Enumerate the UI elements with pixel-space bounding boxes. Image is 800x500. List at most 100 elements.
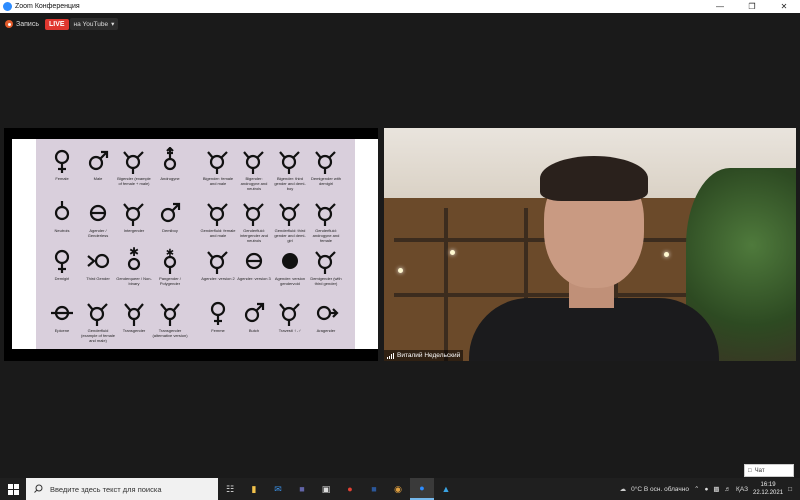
windows-start-icon[interactable] xyxy=(0,478,26,500)
slide-symbol: Bigender (example of female + male) xyxy=(116,147,152,186)
gender-symbol-icon xyxy=(316,305,339,321)
slide-symbol: Demiboy xyxy=(152,199,188,233)
mail-icon[interactable]: ✉ xyxy=(266,478,290,500)
slide-symbol: Transgender xyxy=(116,299,152,333)
slide-symbol-label: Genderfluid: intergender and neutrois xyxy=(239,228,269,243)
record-label[interactable]: Запись xyxy=(16,21,39,28)
gender-symbol-icon xyxy=(279,203,300,226)
gender-symbol-icon xyxy=(245,252,263,270)
stream-target-dropdown[interactable]: на YouTube ▾ xyxy=(69,18,119,30)
slide-symbol-label: Bigender: third gender and demi-boy xyxy=(274,176,306,191)
slide-symbol: Genderfluid (example of female and male) xyxy=(80,299,116,343)
slide-symbol: ✱ Pangender / Polygender xyxy=(152,247,188,286)
weather-text[interactable]: 0°C В осн. облачно xyxy=(631,486,689,493)
slide-symbol-label: Male xyxy=(93,176,103,181)
chat-icon: □ xyxy=(748,467,752,474)
clock-date: 22.12.2021 xyxy=(753,490,784,496)
slide-symbol: Travesti ♀-♂ xyxy=(272,299,308,333)
restore-icon[interactable]: ❐ xyxy=(736,0,768,13)
file-explorer-icon[interactable]: ▮ xyxy=(242,478,266,500)
participant-video[interactable] xyxy=(384,128,796,361)
taskbar-search[interactable]: Введите здесь текст для поиска xyxy=(26,478,218,500)
close-icon[interactable]: ✕ xyxy=(768,0,800,13)
gender-symbol-icon xyxy=(279,303,300,326)
slide-symbol-label: Female xyxy=(55,176,69,181)
slide-symbol-label: Aragender xyxy=(316,328,336,333)
word-icon[interactable]: ■ xyxy=(362,478,386,500)
gender-symbol-icon xyxy=(207,251,228,274)
slide-symbol-label: Butch xyxy=(248,328,260,333)
slide-symbol-label: Agender: version 3 xyxy=(237,276,271,281)
slide-symbol: Genderfluid: intergender and neutrois xyxy=(236,199,272,243)
slide-symbol-label: Neutrois xyxy=(54,228,70,233)
chrome-icon[interactable]: ● xyxy=(338,478,362,500)
teams-icon[interactable]: ■ xyxy=(290,478,314,500)
slide-symbol: Epicene xyxy=(44,299,80,333)
photos-icon[interactable]: ▲ xyxy=(434,478,458,500)
slide-symbol: Androgyne xyxy=(152,147,188,181)
gender-symbol-icon xyxy=(88,150,109,171)
slide-symbol-label: Genderfluid: female and male xyxy=(200,228,236,238)
slide-symbol: Demigirl xyxy=(44,247,80,281)
gender-symbol-icon xyxy=(124,303,144,326)
slide-symbol-label: Demiboy xyxy=(162,228,178,233)
weather-icon: ☁ xyxy=(619,486,627,493)
slide-symbols-area: Female Male Bigender (example of female + … xyxy=(36,139,355,349)
language-indicator[interactable]: ҚАЗ xyxy=(736,486,748,493)
shared-screen: Female Male Bigender (example of female + … xyxy=(4,128,378,361)
gender-symbol-icon xyxy=(315,251,336,274)
slide-symbol-label: Transgender xyxy=(122,328,146,333)
chevron-up-icon[interactable]: ⌃ xyxy=(694,485,699,493)
zoom-taskbar-icon[interactable]: ● xyxy=(410,478,434,500)
chat-label: Чат xyxy=(754,467,765,474)
chat-button[interactable]: □ Чат xyxy=(744,464,794,477)
slide-symbol-label: Genderfluid: third gender and demi-girl xyxy=(274,228,306,243)
volume-icon[interactable]: ♬ xyxy=(725,486,732,493)
slide-symbol: Genderfluid: third gender and demi-girl xyxy=(272,199,308,243)
notifications-icon[interactable]: □ xyxy=(788,486,792,493)
slide-symbol-label: Epicene xyxy=(54,328,70,333)
slide-symbol: Agender / Genderless xyxy=(80,199,116,238)
slide-symbol: Demigender with demigirl xyxy=(308,147,344,186)
gender-symbol-icon xyxy=(282,253,298,269)
slide-symbol-label: Pangender / Polygender xyxy=(159,276,181,286)
minimize-icon[interactable]: — xyxy=(704,0,736,13)
microphone-icon[interactable]: ● xyxy=(704,486,708,493)
gender-symbol-icon xyxy=(207,203,228,226)
slide-symbol: Agender: version 2 xyxy=(200,247,236,281)
slide-symbol: Aragender xyxy=(308,299,344,333)
slide-symbol-label: Agender: version gendervoid xyxy=(274,276,306,286)
gender-symbol-icon xyxy=(244,302,265,323)
store-icon[interactable]: ▣ xyxy=(314,478,338,500)
recording-controls: Запись LIVE на YouTube ▾ xyxy=(5,17,119,31)
search-icon xyxy=(34,480,43,498)
clock[interactable]: 16:19 22.12.2021 xyxy=(753,481,783,497)
slide-symbol: Bigender: female and male xyxy=(200,147,236,186)
slide-symbol-label: Third Gender xyxy=(86,276,110,281)
stream-target-label: на YouTube xyxy=(73,20,109,28)
gender-symbol-icon xyxy=(87,253,110,269)
slide-symbol-label: Transgender (alternative version) xyxy=(152,328,188,338)
gender-symbol-icon xyxy=(51,305,73,321)
gender-symbol-icon xyxy=(163,147,177,171)
live-badge[interactable]: LIVE xyxy=(44,18,69,30)
slide-symbol: Bigender: third gender and demi-boy xyxy=(272,147,308,191)
slide-symbol-label: Genderqueer / Non-binary xyxy=(116,276,152,286)
slide-symbol-label: Travesti ♀-♂ xyxy=(278,328,302,333)
signal-icon xyxy=(387,352,394,359)
slide-symbol: Femme xyxy=(200,299,236,333)
paint-icon[interactable]: ◉ xyxy=(386,478,410,500)
gender-symbol-icon xyxy=(315,151,336,174)
slide-symbol-label: Femme xyxy=(211,328,225,333)
participant-name: Виталий Недельский xyxy=(397,352,461,359)
task-view-icon[interactable]: ☷ xyxy=(218,478,242,500)
gender-symbol-icon xyxy=(54,201,70,221)
gender-symbol-icon xyxy=(243,203,264,226)
taskbar: Введите здесь текст для поиска ☷ ▮ ✉ ■ ▣… xyxy=(0,478,800,500)
gender-symbol-icon xyxy=(243,151,264,174)
network-icon[interactable]: ▩ xyxy=(713,485,719,493)
slide-symbol: Neutrois xyxy=(44,199,80,233)
slide-symbol: Female xyxy=(44,147,80,181)
slide-symbol-label: Bigender: androgyne and neutrois xyxy=(240,176,268,191)
slide-symbol-label: Demigender with demigirl xyxy=(310,176,341,186)
